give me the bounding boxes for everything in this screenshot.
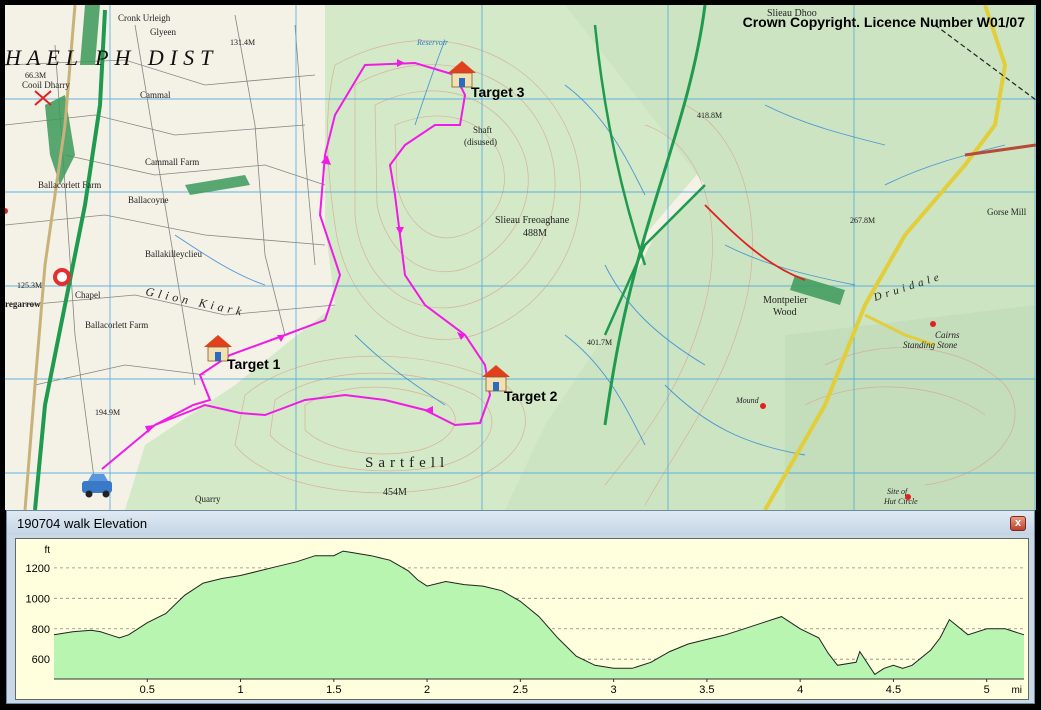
place-label: 488M <box>523 228 547 239</box>
elevation-window: 190704 walk Elevation x 600 800 1000 1200 ft… <box>6 510 1035 704</box>
place-label: Sartfell <box>365 455 449 471</box>
place-label: 125.3M <box>17 281 42 290</box>
x-tick-label: 4.5 <box>886 684 901 696</box>
place-label: Ballakilleyclieu <box>145 249 202 259</box>
elevation-titlebar[interactable]: 190704 walk Elevation x <box>7 511 1034 535</box>
place-label: Shaft <box>473 125 492 135</box>
y-tick-label: 800 <box>32 624 50 636</box>
place-label: Ballacorlett Farm <box>38 180 101 190</box>
y-axis-label: ft <box>44 545 50 556</box>
place-label: Standing Stone <box>903 340 957 350</box>
place-label: Ballacoyne <box>128 195 168 205</box>
place-label: Montpelier <box>763 295 808 306</box>
x-tick-label: 2.5 <box>513 684 528 696</box>
place-label: regarrow <box>5 299 41 309</box>
place-label: Quarry <box>195 494 221 504</box>
elevation-title: 190704 walk Elevation <box>17 516 148 531</box>
place-label: Gorse Mill <box>987 207 1027 217</box>
place-label: Wood <box>773 307 797 318</box>
x-tick-label: 5 <box>984 684 990 696</box>
target-2-label: Target 2 <box>504 388 558 404</box>
place-label: Glyeen <box>150 27 176 37</box>
place-label: Reservoir <box>416 38 449 47</box>
y-tick-label: 600 <box>32 654 50 666</box>
target-3-label: Target 3 <box>471 84 525 100</box>
telephone-icon <box>53 268 71 286</box>
y-tick-label: 1200 <box>26 563 50 575</box>
elevation-chart-svg: 600 800 1000 1200 ft 0.5 1 1.5 2 2.5 3 3.5 4 4.5 5 mi <box>26 545 1025 696</box>
place-label: Site of <box>887 487 909 496</box>
place-label: 454M <box>383 487 407 498</box>
place-label: Cammal <box>140 90 171 100</box>
elevation-area <box>54 551 1024 679</box>
x-tick-label: 1.5 <box>326 684 341 696</box>
close-icon: x <box>1014 517 1022 529</box>
elevation-chart[interactable]: 600 800 1000 1200 ft 0.5 1 1.5 2 2.5 3 3.5 4 4.5 5 mi <box>15 538 1029 700</box>
place-label: 401.7M <box>587 338 612 347</box>
y-tick-label: 1000 <box>26 593 50 605</box>
place-label: Ballacorlett Farm <box>85 320 148 330</box>
x-tick-label: 1 <box>237 684 243 696</box>
place-label: Cronk Urleigh <box>118 13 171 23</box>
close-button[interactable]: x <box>1010 516 1026 531</box>
place-label: (disused) <box>464 137 497 147</box>
target-1-label: Target 1 <box>227 356 281 372</box>
place-label: Mound <box>735 396 760 405</box>
x-tick-label: 2 <box>424 684 430 696</box>
place-label: Chapel <box>75 290 101 300</box>
x-tick-label: 0.5 <box>140 684 155 696</box>
topographic-map[interactable]: Target 1 Target 2 Target 3 HAEL PH DIST … <box>5 5 1036 510</box>
place-label: HAEL PH DIST <box>5 45 218 70</box>
place-label: Cammall Farm <box>145 157 199 167</box>
place-label: 66.3M <box>25 71 46 80</box>
map-copyright: Crown Copyright. Licence Number W01/07 <box>742 14 1025 30</box>
place-label: 194.9M <box>95 408 120 417</box>
x-tick-label: 3.5 <box>699 684 714 696</box>
place-label: 131.4M <box>230 38 255 47</box>
place-label: Cairns <box>935 330 960 340</box>
x-tick-label: 3 <box>611 684 617 696</box>
x-tick-label: 4 <box>797 684 803 696</box>
place-label: Cooil Dharry <box>22 80 70 90</box>
x-axis-label: mi <box>1011 685 1022 696</box>
place-label: 267.8M <box>850 216 875 225</box>
place-label: Hut Circle <box>883 497 918 506</box>
place-label: Slieau Freoaghane <box>495 215 570 226</box>
place-label: 418.8M <box>697 111 722 120</box>
